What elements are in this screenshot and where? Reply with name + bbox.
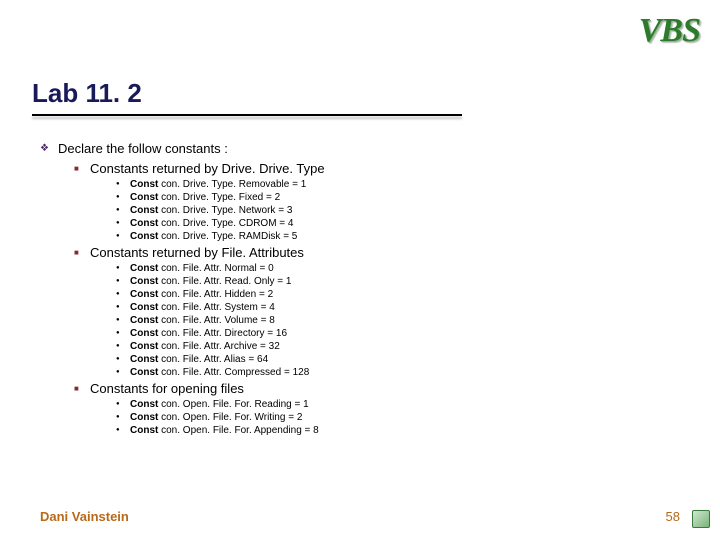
list-item: ●Const con. Drive. Type. Network = 3 [116, 204, 680, 217]
const-line: Const con. File. Attr. Normal = 0 [130, 262, 274, 275]
dot-bullet-icon: ● [116, 230, 130, 243]
square-bullet-icon: ■ [74, 160, 90, 177]
dot-bullet-icon: ● [116, 178, 130, 191]
list-item: ●Const con. Open. File. For. Reading = 1 [116, 398, 680, 411]
section-heading: ■ Constants returned by Drive. Drive. Ty… [74, 160, 680, 177]
const-line: Const con. File. Attr. Hidden = 2 [130, 288, 273, 301]
const-line: Const con. File. Attr. Read. Only = 1 [130, 275, 291, 288]
const-line: Const con. Drive. Type. Removable = 1 [130, 178, 306, 191]
list-item: ●Const con. Drive. Type. CDROM = 4 [116, 217, 680, 230]
dot-bullet-icon: ● [116, 275, 130, 288]
list-item: ●Const con. Drive. Type. Removable = 1 [116, 178, 680, 191]
dot-bullet-icon: ● [116, 204, 130, 217]
const-line: Const con. File. Attr. Volume = 8 [130, 314, 275, 327]
intro-line: ❖ Declare the follow constants : [40, 140, 680, 158]
dot-bullet-icon: ● [116, 424, 130, 437]
list-item: ●Const con. File. Attr. System = 4 [116, 301, 680, 314]
dot-bullet-icon: ● [116, 288, 130, 301]
list-item: ●Const con. Drive. Type. RAMDisk = 5 [116, 230, 680, 243]
list-item: ●Const con. File. Attr. Normal = 0 [116, 262, 680, 275]
corner-decoration-icon [692, 510, 710, 528]
intro-text: Declare the follow constants : [58, 140, 228, 158]
title-underline [32, 114, 462, 116]
list-item: ●Const con. File. Attr. Alias = 64 [116, 353, 680, 366]
list-item: ●Const con. File. Attr. Hidden = 2 [116, 288, 680, 301]
const-line: Const con. File. Attr. Compressed = 128 [130, 366, 309, 379]
dot-bullet-icon: ● [116, 191, 130, 204]
dot-bullet-icon: ● [116, 217, 130, 230]
vbs-logo: VBS [639, 12, 700, 50]
list-item: ●Const con. File. Attr. Archive = 32 [116, 340, 680, 353]
footer-author: Dani Vainstein [40, 509, 129, 524]
list-item: ●Const con. File. Attr. Read. Only = 1 [116, 275, 680, 288]
section-heading: ■ Constants for opening files [74, 380, 680, 397]
const-line: Const con. Drive. Type. CDROM = 4 [130, 217, 293, 230]
dot-bullet-icon: ● [116, 366, 130, 379]
const-line: Const con. File. Attr. Alias = 64 [130, 353, 268, 366]
square-bullet-icon: ■ [74, 244, 90, 261]
list-item: ●Const con. Drive. Type. Fixed = 2 [116, 191, 680, 204]
list-item: ●Const con. Open. File. For. Appending =… [116, 424, 680, 437]
const-line: Const con. Open. File. For. Reading = 1 [130, 398, 309, 411]
dot-bullet-icon: ● [116, 353, 130, 366]
section-heading-text: Constants for opening files [90, 380, 244, 397]
list-item: ●Const con. File. Attr. Compressed = 128 [116, 366, 680, 379]
const-line: Const con. Open. File. For. Appending = … [130, 424, 319, 437]
dot-bullet-icon: ● [116, 398, 130, 411]
page-number: 58 [666, 509, 680, 524]
section-heading-text: Constants returned by Drive. Drive. Type [90, 160, 325, 177]
section-heading-text: Constants returned by File. Attributes [90, 244, 304, 261]
const-line: Const con. File. Attr. System = 4 [130, 301, 275, 314]
const-line: Const con. File. Attr. Archive = 32 [130, 340, 280, 353]
dot-bullet-icon: ● [116, 340, 130, 353]
list-item: ●Const con. Open. File. For. Writing = 2 [116, 411, 680, 424]
const-line: Const con. Open. File. For. Writing = 2 [130, 411, 302, 424]
square-bullet-icon: ■ [74, 380, 90, 397]
list-item: ●Const con. File. Attr. Directory = 16 [116, 327, 680, 340]
const-line: Const con. Drive. Type. Network = 3 [130, 204, 292, 217]
dot-bullet-icon: ● [116, 314, 130, 327]
diamond-bullet-icon: ❖ [40, 140, 58, 158]
const-line: Const con. Drive. Type. RAMDisk = 5 [130, 230, 297, 243]
dot-bullet-icon: ● [116, 411, 130, 424]
dot-bullet-icon: ● [116, 327, 130, 340]
dot-bullet-icon: ● [116, 301, 130, 314]
slide-body: ❖ Declare the follow constants : ■ Const… [40, 140, 680, 437]
list-item: ●Const con. File. Attr. Volume = 8 [116, 314, 680, 327]
slide-title: Lab 11. 2 [32, 78, 142, 109]
const-line: Const con. File. Attr. Directory = 16 [130, 327, 287, 340]
dot-bullet-icon: ● [116, 262, 130, 275]
const-line: Const con. Drive. Type. Fixed = 2 [130, 191, 280, 204]
section-heading: ■ Constants returned by File. Attributes [74, 244, 680, 261]
